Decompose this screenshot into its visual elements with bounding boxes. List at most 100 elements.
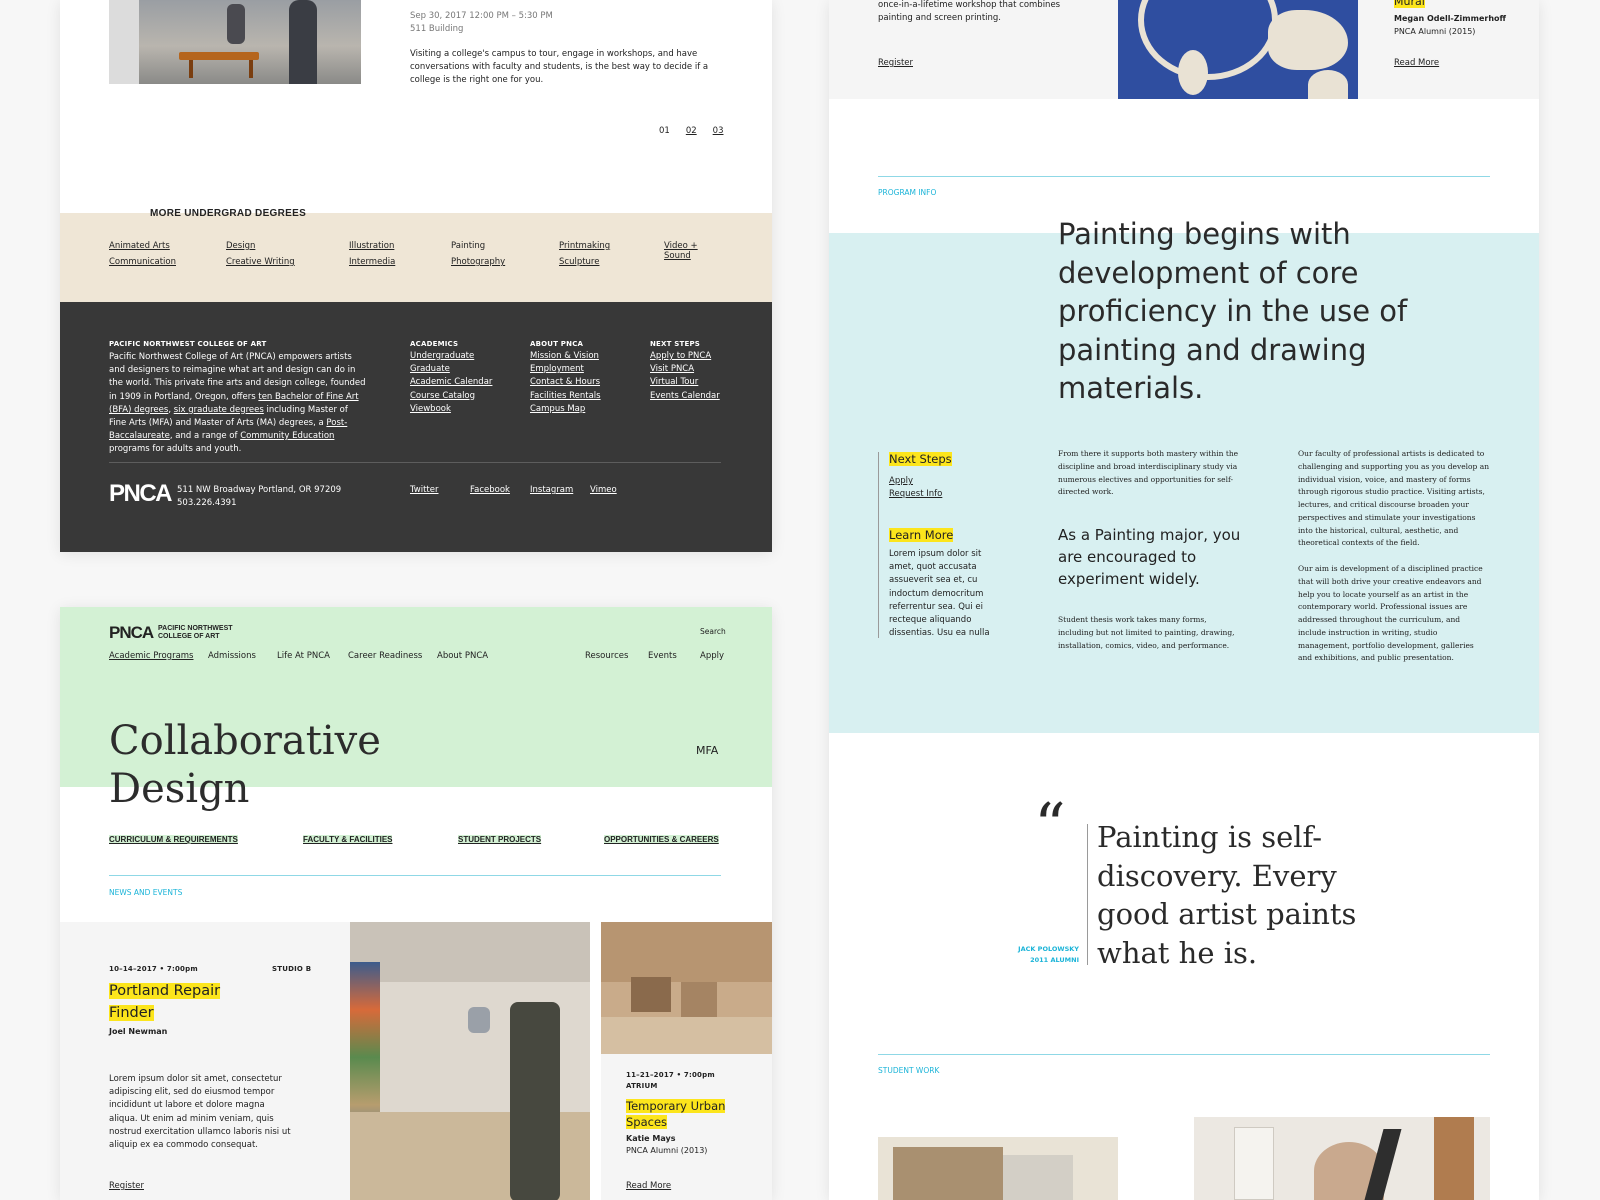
col2-paragraph2: Our aim is development of a disciplined … <box>1298 564 1483 663</box>
degree-link-intermedia[interactable]: Intermedia <box>349 257 395 267</box>
event-card-1: 10–14–2017 • 7:00pm STUDIO B Portland Re… <box>60 922 350 1200</box>
degree-link-animated-arts[interactable]: Animated Arts <box>109 241 170 251</box>
footer-link-employment[interactable]: Employment <box>530 363 640 376</box>
instagram-link[interactable]: Instagram <box>530 484 573 497</box>
about-text-5: programs for adults and youth. <box>109 444 242 455</box>
footer-link-virtual-tour[interactable]: Virtual Tour <box>650 376 760 389</box>
degree-link-illustration[interactable]: Illustration <box>349 241 394 251</box>
degree-link-design[interactable]: Design <box>226 241 255 251</box>
degree-link-painting[interactable]: Painting <box>451 241 485 251</box>
degree-link-communication[interactable]: Communication <box>109 257 176 267</box>
header-logo[interactable]: PNCA <box>109 623 154 643</box>
degree-link-sculpture[interactable]: Sculpture <box>559 257 599 267</box>
event2-title-line2: Spaces <box>626 1115 668 1129</box>
painting-program-page-card: once-in-a-lifetime workshop that combine… <box>829 0 1539 1200</box>
next-steps-title: NEXT STEPS <box>650 340 701 348</box>
pagination: 01 02 03 <box>659 126 723 136</box>
footer-divider <box>109 462 721 463</box>
search-link[interactable]: Search <box>700 627 726 636</box>
mural-role: PNCA Alumni (2015) <box>1394 27 1476 36</box>
quote-rule <box>1087 824 1088 965</box>
tab-faculty[interactable]: FACULTY & FACILITIES <box>303 835 393 844</box>
nav-life-at-pnca[interactable]: Life At PNCA <box>277 651 330 661</box>
footer-address: 511 NW Broadway Portland, OR 97209 <box>177 485 342 495</box>
nav-events[interactable]: Events <box>648 651 677 661</box>
footer-link-visit[interactable]: Visit PNCA <box>650 363 760 376</box>
quote-mark-icon: “ <box>1034 789 1066 862</box>
degree-link-video-sound[interactable]: Video + Sound <box>664 241 721 261</box>
event1-title[interactable]: Portland Repair Finder <box>109 980 221 1024</box>
nav-career-readiness[interactable]: Career Readiness <box>348 651 422 661</box>
news-divider <box>109 875 721 876</box>
vimeo-link[interactable]: Vimeo <box>590 484 617 497</box>
footer-link-mission[interactable]: Mission & Vision <box>530 350 640 363</box>
footer-link-graduate[interactable]: Graduate <box>410 363 520 376</box>
footer-link-course-catalog[interactable]: Course Catalog <box>410 390 520 403</box>
mural-read-more-link[interactable]: Read More <box>1394 58 1439 68</box>
campus-visit-photo <box>109 0 361 84</box>
about-pnca-title: ABOUT PNCA <box>530 340 584 348</box>
quote-author-name: JACK POLOWSKY <box>1018 945 1079 953</box>
footer-link-viewbook[interactable]: Viewbook <box>410 403 520 416</box>
learn-more-text: Lorem ipsum dolor sit amet, quot accusat… <box>889 549 990 639</box>
tab-student-projects[interactable]: STUDENT PROJECTS <box>458 835 542 844</box>
page-1-link[interactable]: 01 <box>659 126 670 136</box>
request-info-link[interactable]: Request Info <box>889 488 999 501</box>
event1-date: 10–14–2017 • 7:00pm <box>109 965 198 973</box>
event1-register-link[interactable]: Register <box>109 1181 144 1191</box>
learn-more-title: Learn More <box>889 528 954 542</box>
facebook-link[interactable]: Facebook <box>470 484 510 497</box>
nav-apply[interactable]: Apply <box>700 651 724 661</box>
degree-link-printmaking[interactable]: Printmaking <box>559 241 610 251</box>
nav-about-pnca[interactable]: About PNCA <box>437 651 488 661</box>
event-date: Sep 30, 2017 12:00 PM – 5:30 PM <box>410 11 553 21</box>
site-footer: PACIFIC NORTHWEST COLLEGE OF ART Pacific… <box>60 302 772 552</box>
mural-event-title[interactable]: Mural <box>1394 0 1425 8</box>
footer-link-apply[interactable]: Apply to PNCA <box>650 350 760 363</box>
nav-academic-programs[interactable]: Academic Programs <box>109 651 193 661</box>
footer-link-undergraduate[interactable]: Undergraduate <box>410 350 520 363</box>
graduate-degrees-link[interactable]: six graduate degrees <box>174 405 264 415</box>
page-3-link[interactable]: 03 <box>713 126 724 136</box>
news-events-label: NEWS AND EVENTS <box>109 888 183 897</box>
event-card-2: 11–21–2017 • 7:00pm ATRIUM Temporary Urb… <box>601 1054 772 1200</box>
event-location: 511 Building <box>410 24 464 34</box>
page-2-link[interactable]: 02 <box>686 126 697 136</box>
workshop-register-link[interactable]: Register <box>878 58 913 68</box>
event2-person: Katie Mays <box>626 1134 676 1143</box>
community-education-link[interactable]: Community Education <box>240 431 334 441</box>
col1-lead-text: As a Painting major, you are encouraged … <box>1058 526 1241 588</box>
about-text-4: , and a range of <box>169 431 241 442</box>
footer-about-text: Pacific Northwest College of Art (PNCA) … <box>109 351 367 456</box>
footer-link-events[interactable]: Events Calendar <box>650 390 760 403</box>
footer-link-facilities[interactable]: Facilities Rentals <box>530 390 640 403</box>
event2-read-more-link[interactable]: Read More <box>626 1181 671 1191</box>
sidebar-rule <box>878 452 879 638</box>
mural-title-text: Mural <box>1394 0 1425 8</box>
next-steps-title: Next Steps <box>889 452 952 466</box>
event1-person: Joel Newman <box>109 1027 168 1036</box>
footer-logo[interactable]: PNCA <box>109 480 173 508</box>
logo-subtitle-line2: COLLEGE OF ART <box>158 633 220 641</box>
twitter-link[interactable]: Twitter <box>410 484 439 497</box>
degree-link-photography[interactable]: Photography <box>451 257 505 267</box>
event2-title[interactable]: Temporary Urban Spaces <box>626 1098 726 1130</box>
footer-link-campus-map[interactable]: Campus Map <box>530 403 640 416</box>
footer-link-academic-calendar[interactable]: Academic Calendar <box>410 376 520 389</box>
quote-text: Painting is self-discovery. Every good a… <box>1097 820 1357 970</box>
footer-link-contact[interactable]: Contact & Hours <box>530 376 640 389</box>
student-work-label: STUDENT WORK <box>878 1066 940 1075</box>
event1-title-line1: Portland Repair <box>109 983 221 999</box>
footer-about-title: PACIFIC NORTHWEST COLLEGE OF ART <box>109 340 267 348</box>
degree-link-creative-writing[interactable]: Creative Writing <box>226 257 295 267</box>
logo-subtitle-line1: PACIFIC NORTHWEST <box>158 625 233 632</box>
collaborative-design-page-card: PNCA PACIFIC NORTHWEST COLLEGE OF ART Se… <box>60 607 772 1200</box>
apply-link[interactable]: Apply <box>889 475 999 488</box>
nav-admissions[interactable]: Admissions <box>208 651 256 661</box>
student-work-divider <box>878 1054 1490 1055</box>
tab-curriculum[interactable]: CURRICULUM & REQUIREMENTS <box>109 835 238 844</box>
col2-paragraph1: Our faculty of professional artists is d… <box>1298 449 1490 548</box>
nav-resources[interactable]: Resources <box>585 651 628 661</box>
tab-opportunities[interactable]: OPPORTUNITIES & CAREERS <box>604 835 719 844</box>
event1-title-line2: Finder <box>109 1005 154 1021</box>
